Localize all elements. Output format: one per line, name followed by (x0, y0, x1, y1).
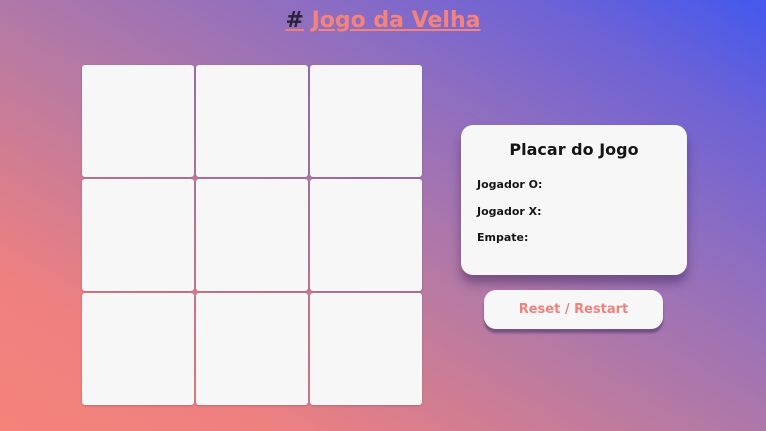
board-cell-3[interactable] (310, 65, 422, 177)
score-row-player-x: Jogador X: (477, 205, 542, 218)
board-cell-6[interactable] (310, 179, 422, 291)
board-cell-5[interactable] (196, 179, 308, 291)
scoreboard-panel: Placar do Jogo Jogador O: Jogador X: Emp… (461, 125, 687, 275)
board-cell-8[interactable] (196, 293, 308, 405)
board-cell-4[interactable] (82, 179, 194, 291)
player-o-label: Jogador O: (477, 178, 543, 191)
score-row-player-o: Jogador O: (477, 178, 542, 191)
game-board (82, 65, 424, 407)
title-hash: # (285, 8, 304, 33)
player-x-label: Jogador X: (477, 205, 542, 218)
title-link[interactable]: Jogo da Velha (312, 8, 481, 33)
board-cell-2[interactable] (196, 65, 308, 177)
reset-button[interactable]: Reset / Restart (484, 290, 663, 329)
board-cell-7[interactable] (82, 293, 194, 405)
scoreboard-title: Placar do Jogo (509, 140, 639, 159)
page-title: # Jogo da Velha (0, 6, 766, 36)
score-row-draw: Empate: (477, 231, 528, 244)
board-cell-1[interactable] (82, 65, 194, 177)
board-cell-9[interactable] (310, 293, 422, 405)
draw-label: Empate: (477, 231, 529, 244)
